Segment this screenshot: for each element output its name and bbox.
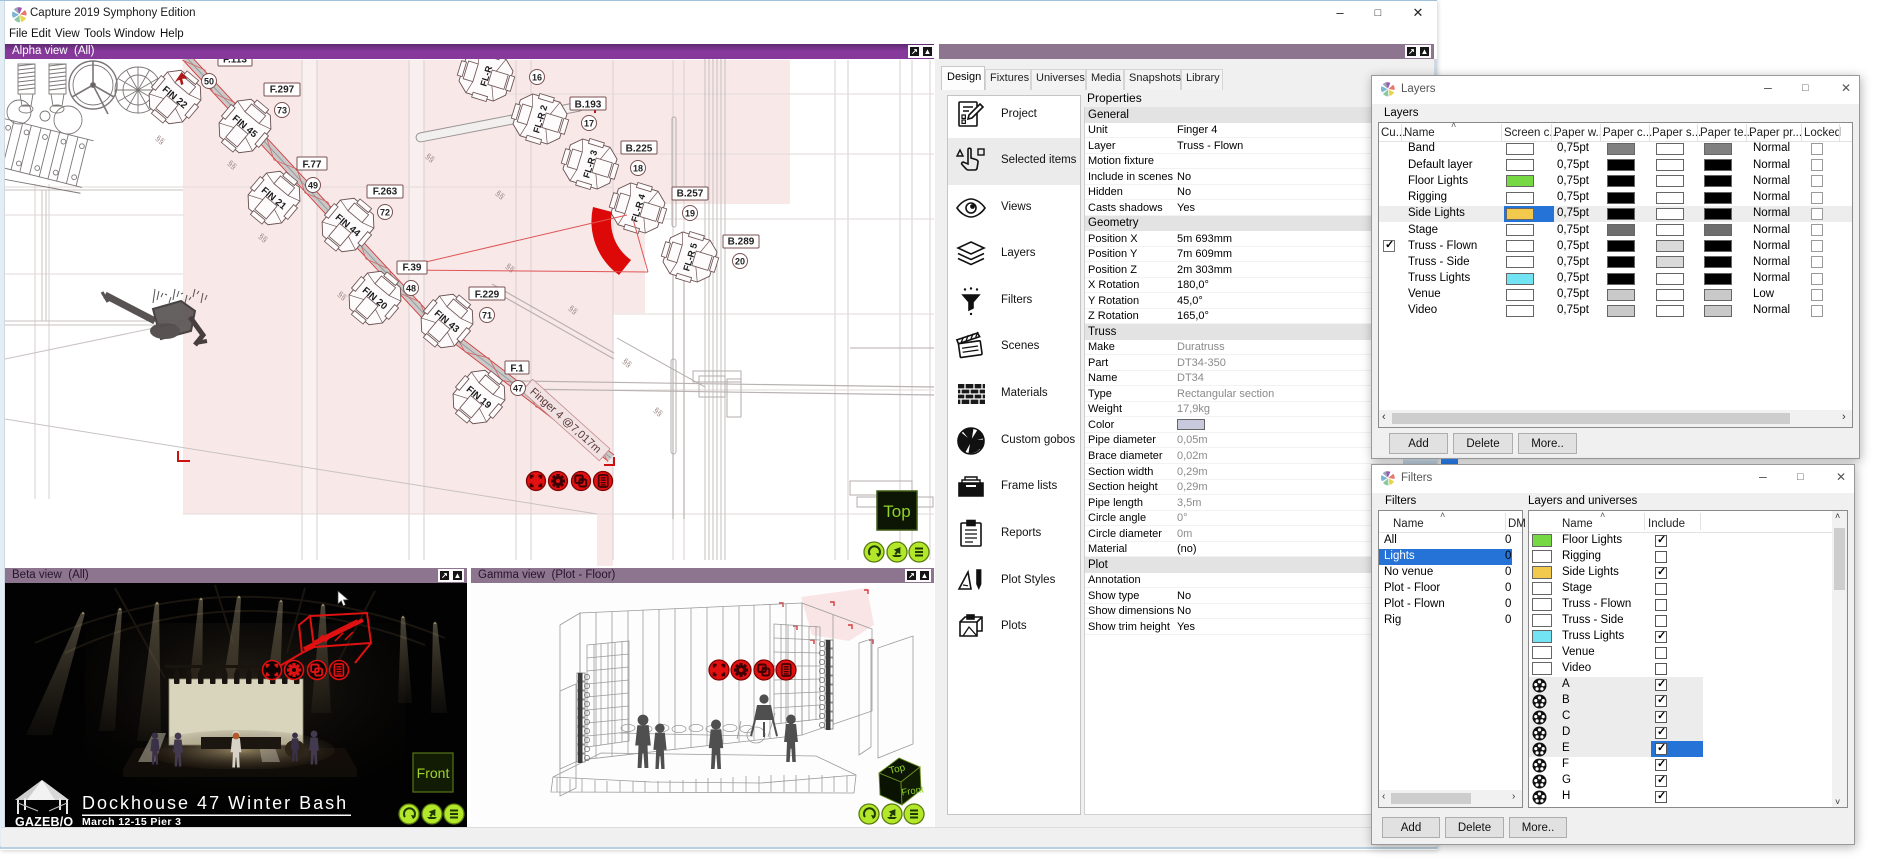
svg-text:19: 19 [685, 209, 695, 219]
svg-text:March 12-15 Pier 3: March 12-15 Pier 3 [82, 816, 181, 827]
svg-text:20: 20 [735, 257, 745, 267]
svg-text:B.289: B.289 [728, 237, 755, 248]
svg-text:F.229: F.229 [475, 290, 500, 301]
svg-text:F.113: F.113 [223, 59, 247, 66]
svg-text:16: 16 [532, 73, 542, 83]
svg-text:17: 17 [584, 119, 594, 129]
svg-text:73: 73 [277, 106, 287, 116]
svg-text:Top: Top [883, 502, 910, 521]
svg-text:F.39: F.39 [403, 263, 422, 274]
svg-text:49: 49 [308, 181, 318, 191]
svg-text:F.263: F.263 [373, 187, 398, 198]
svg-text:48: 48 [406, 284, 416, 294]
svg-text:18: 18 [633, 164, 643, 174]
svg-text:47: 47 [513, 384, 523, 394]
svg-text:B.257: B.257 [677, 189, 704, 200]
svg-text:Front: Front [417, 765, 450, 781]
svg-text:B.225: B.225 [626, 144, 653, 155]
svg-text:F.1: F.1 [510, 364, 524, 375]
svg-text:Dockhouse 47 Winter Bash: Dockhouse 47 Winter Bash [82, 793, 348, 813]
svg-text:72: 72 [380, 208, 390, 218]
svg-text:71: 71 [482, 311, 492, 321]
svg-text:B.193: B.193 [575, 100, 602, 111]
svg-text:F.297: F.297 [270, 85, 295, 96]
svg-text:50: 50 [204, 77, 214, 87]
svg-text:F.77: F.77 [303, 160, 322, 171]
